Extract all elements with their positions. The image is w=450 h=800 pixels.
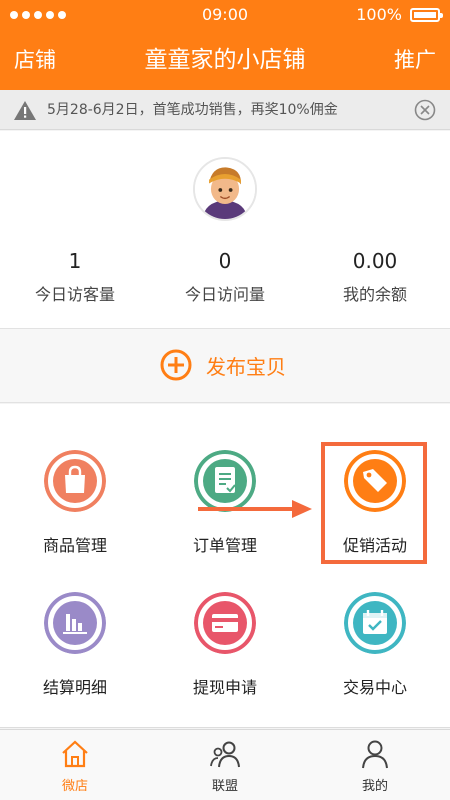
warning-icon [14,101,36,120]
menu-order-management[interactable]: 订单管理 [150,404,300,566]
tab-weidian[interactable]: 微店 [0,730,150,800]
stat-today-views: 0 今日访问量 [150,248,300,305]
promote-nav-button[interactable]: 推广 [394,45,436,75]
tab-mine[interactable]: 我的 [300,730,450,800]
bar-chart-icon [44,592,106,654]
menu-product-management[interactable]: 商品管理 [0,404,150,566]
stat-today-visitors: 1 今日访客量 [0,248,150,305]
tab-label: 我的 [361,779,388,794]
shop-profile: 1 今日访客量 0 今日访问量 0.00 我的余额 [0,131,450,329]
menu-label: 交易中心 [342,678,407,697]
user-icon [362,740,388,769]
tab-label: 联盟 [211,779,238,794]
menu-withdrawal-request[interactable]: 提现申请 [150,546,300,708]
menu-transaction-center[interactable]: 交易中心 [300,546,450,708]
menu-settlement-details[interactable]: 结算明细 [0,546,150,708]
cartoon-boy-avatar-icon [195,159,255,219]
menu-label: 提现申请 [192,678,257,697]
battery-percentage: 100% [356,5,402,24]
stat-value: 1 [68,249,82,273]
stat-value: 0.00 [352,249,398,273]
stat-balance[interactable]: 0.00 我的余额 [300,248,450,305]
shopping-bag-icon [44,450,106,512]
stat-label: 今日访问量 [184,285,265,304]
page-title: 童童家的小店铺 [144,47,306,73]
publish-item-button[interactable]: 发布宝贝 [0,329,450,403]
calendar-check-icon [344,592,406,654]
close-notice-icon[interactable] [414,99,436,121]
stat-value: 0 [218,249,232,273]
stat-label: 我的余额 [342,285,407,304]
battery-icon [410,8,443,22]
publish-label: 发布宝贝 [206,354,286,379]
pointer-arrow-icon [198,500,312,518]
plus-circle-icon [160,349,192,381]
notice-bar: 5月28-6月2日，首笔成功销售，再奖10%佣金 [0,90,450,130]
home-icon [62,740,88,768]
stat-label: 今日访客量 [34,285,115,304]
status-bar: 09:00 100% [0,0,450,30]
highlight-box [321,442,427,564]
notice-text: 5月28-6月2日，首笔成功销售，再奖10%佣金 [47,102,338,118]
credit-card-icon [194,592,256,654]
avatar[interactable] [193,157,257,221]
group-icon [210,741,240,768]
tab-label: 微店 [61,779,88,794]
tab-alliance[interactable]: 联盟 [150,730,300,800]
bottom-tab-bar: 微店 联盟 我的 [0,729,450,800]
app-header: 09:00 100% 店铺 童童家的小店铺 推广 [0,0,450,90]
menu-label: 结算明细 [42,678,107,697]
